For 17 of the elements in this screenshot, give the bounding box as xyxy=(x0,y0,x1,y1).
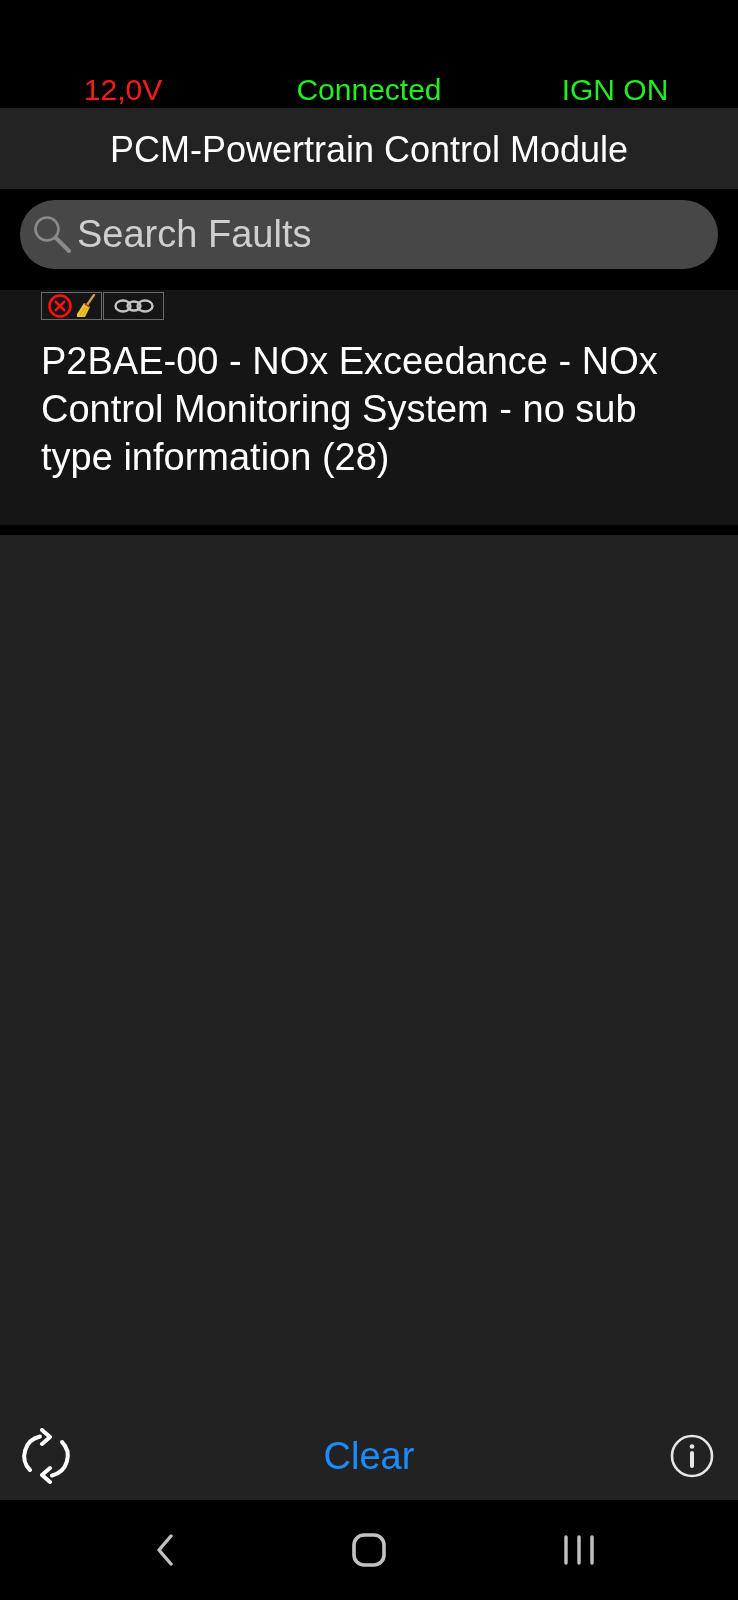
clear-button[interactable]: Clear xyxy=(315,1433,423,1479)
status-text: 12,0V xyxy=(83,73,163,107)
recent-apps-icon[interactable] xyxy=(563,1535,595,1565)
info-icon xyxy=(670,1434,714,1478)
back-icon[interactable] xyxy=(156,1534,174,1566)
search-icon xyxy=(32,214,72,254)
chain-icon xyxy=(113,299,154,313)
status-text: IGN ON xyxy=(561,73,669,107)
module-title: PCM-Powertrain Control Module xyxy=(109,128,629,171)
search-field[interactable]: Search Faults xyxy=(20,200,718,269)
fault-item[interactable]: P2BAE-00 - NOx Exceedance - NOx Control Monitoring System - no sub type information (28) xyxy=(0,290,738,525)
home-icon[interactable] xyxy=(352,1533,386,1567)
broom-icon xyxy=(75,294,96,318)
fault-description: P2BAE-00 - NOx Exceedance - NOx Control Monitoring System - no sub type information (28) xyxy=(41,340,658,478)
refresh-icon xyxy=(19,1428,73,1484)
status-text: Connected xyxy=(296,73,442,107)
x-circle-icon xyxy=(47,294,72,318)
